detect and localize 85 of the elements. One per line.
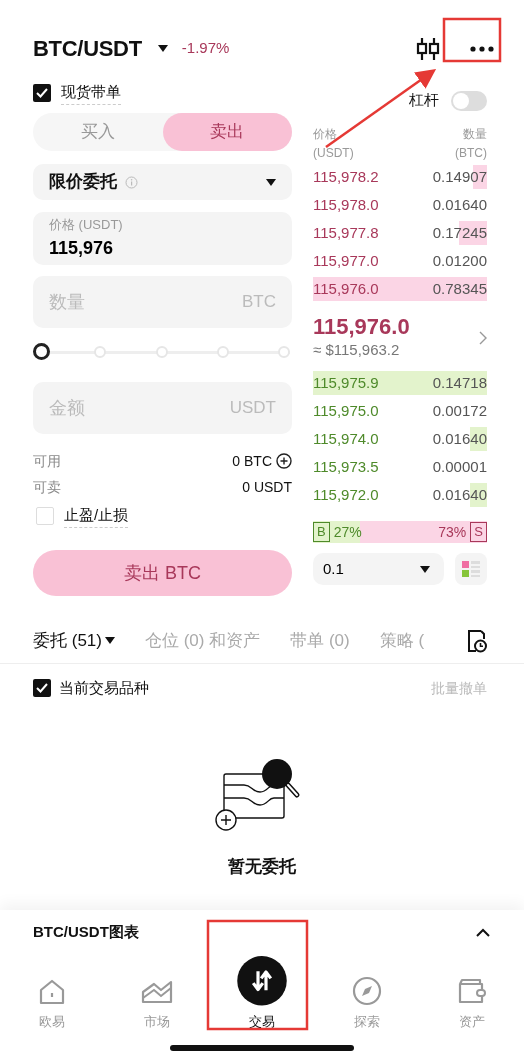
chart-panel-title[interactable]: BTC/USDT图表 [33, 921, 139, 944]
buy-percent: 27% [333, 522, 362, 542]
order-type-select[interactable]: 限价委托 [33, 164, 292, 200]
toggle-switch[interactable] [451, 91, 487, 111]
tab[interactable]: 带单 (0) [290, 627, 350, 654]
balance-value: 0 USDT [242, 477, 292, 497]
order-price: 115,977.8 [313, 222, 379, 243]
caret-icon [266, 178, 276, 186]
order-quantity: 0.78345 [432, 278, 487, 299]
sell-percent: 73% [438, 522, 467, 542]
empty-state-text: 暂无委托 [228, 856, 296, 878]
order-quantity: 0.01640 [432, 428, 487, 449]
nav-tab[interactable]: 市场 [104, 955, 210, 1045]
slider-thumb[interactable] [33, 343, 50, 360]
tab[interactable]: 仓位 (0) 和资产 [144, 627, 261, 654]
chevron-right-icon[interactable] [479, 331, 487, 345]
column-header: (BTC) [455, 144, 487, 162]
caret-icon [157, 45, 168, 52]
column-header: (USDT) [313, 144, 354, 162]
wallet-icon [456, 977, 487, 1006]
depth-view-icon[interactable] [455, 553, 487, 585]
tab[interactable]: 策略 ( [379, 627, 425, 654]
balance-label: 可用 [33, 451, 61, 471]
toggle-label: 杠杆 [409, 89, 439, 110]
last-price: 115,976.0 [313, 314, 410, 339]
nav-tab[interactable]: 欧易 [0, 955, 105, 1045]
column-header: 价格 [313, 126, 338, 143]
order-quantity: 0.14907 [432, 166, 487, 187]
usd-price: ≈ $115,963.2 [313, 339, 401, 360]
precision-select[interactable]: 0.1 [313, 553, 444, 585]
add-icon[interactable] [276, 453, 292, 469]
order-price: 115,974.0 [313, 428, 379, 449]
order-quantity: 0.01200 [432, 250, 487, 271]
side-tab[interactable]: 卖出 [162, 113, 292, 151]
order-quantity: 0.00172 [432, 400, 487, 421]
side-tab[interactable]: 买入 [33, 113, 163, 151]
info-icon [125, 175, 138, 189]
order-price: 115,977.0 [313, 250, 379, 271]
order-quantity: 0.14718 [432, 372, 487, 393]
nav-tab[interactable]: 交易 [209, 955, 315, 1045]
history-icon[interactable] [466, 628, 488, 653]
order-price: 115,976.0 [313, 278, 379, 299]
checkbox-label: 止盈/止损 [64, 504, 129, 528]
order-price: 115,973.5 [313, 456, 379, 477]
nav-tab[interactable]: 探索 [314, 955, 420, 1045]
sell-tag: S [470, 522, 487, 542]
order-quantity: 0.01640 [432, 194, 487, 215]
quantity-input[interactable]: 数量 [49, 288, 242, 316]
slider[interactable] [33, 342, 292, 362]
home-icon [38, 977, 67, 1006]
order-price: 115,975.9 [313, 372, 379, 393]
order-quantity: 0.17245 [432, 222, 487, 243]
checkbox[interactable] [33, 679, 51, 697]
order-quantity: 0.00001 [432, 456, 487, 477]
quantity-field[interactable]: 数量 BTC [33, 276, 292, 328]
bulk-cancel-link[interactable]: 批量撤单 [431, 677, 487, 699]
order-price: 115,978.2 [313, 166, 379, 187]
candlestick-icon[interactable] [416, 36, 440, 61]
caret-icon [420, 565, 430, 573]
order-price: 115,972.0 [313, 484, 379, 505]
chevron-up-icon[interactable] [476, 928, 490, 937]
nav-tab[interactable]: 资产 [419, 955, 524, 1045]
checkbox-label: 现货带单 [61, 81, 121, 105]
tab[interactable]: 委托 (51) [33, 627, 115, 654]
checkbox[interactable] [33, 84, 51, 102]
price-field[interactable]: 价格 (USDT) 115,976 [33, 212, 292, 265]
column-header: 数量 [463, 126, 487, 143]
balance-label: 可卖 [33, 477, 61, 497]
order-price: 115,978.0 [313, 194, 379, 215]
compass-icon [351, 975, 382, 1006]
order-price: 115,975.0 [313, 400, 379, 421]
unit-label: BTC [242, 291, 276, 314]
sell-button[interactable]: 卖出 BTC [33, 550, 292, 596]
price-change: -1.97% [181, 38, 230, 59]
pair-title[interactable]: BTC/USDT [33, 32, 142, 65]
buy-tag: B [313, 522, 330, 542]
balance-value: 0 BTC [232, 451, 272, 471]
checkbox-label: 当前交易品种 [59, 677, 149, 698]
order-quantity: 0.01640 [432, 484, 487, 505]
field-label: 价格 (USDT) [49, 216, 123, 235]
amount-input[interactable]: 金额 [49, 394, 230, 422]
unit-label: USDT [229, 397, 276, 420]
amount-field[interactable]: 金额 USDT [33, 382, 292, 434]
price-input[interactable]: 115,976 [49, 234, 276, 262]
checkbox[interactable] [36, 507, 54, 525]
